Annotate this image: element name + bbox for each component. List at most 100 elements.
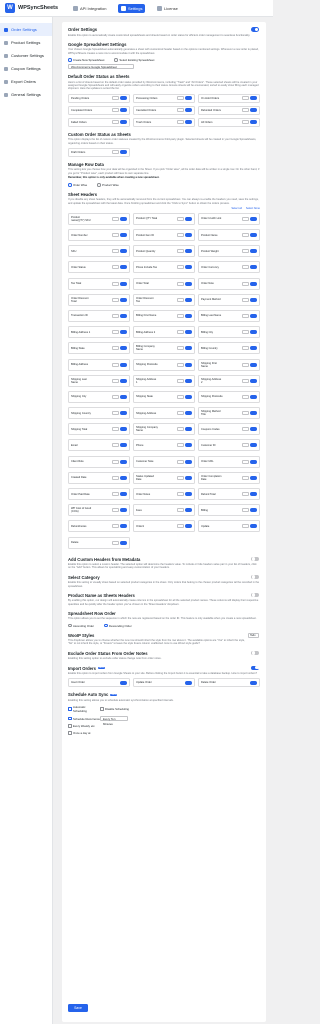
option-toggle[interactable] bbox=[250, 475, 257, 480]
rename-input[interactable] bbox=[111, 233, 119, 238]
product-names-toggle[interactable] bbox=[251, 592, 259, 598]
radio-order-wise[interactable]: Order Wise bbox=[68, 183, 87, 187]
rename-input[interactable] bbox=[111, 249, 119, 254]
option-toggle[interactable] bbox=[120, 216, 127, 221]
radio-descending[interactable]: Descending Order bbox=[104, 624, 132, 628]
sidebar-item-export-orders[interactable]: Export Orders bbox=[0, 75, 52, 88]
rename-input[interactable] bbox=[241, 233, 249, 238]
rename-input[interactable] bbox=[111, 96, 119, 101]
option-toggle[interactable] bbox=[120, 459, 127, 464]
option-toggle[interactable] bbox=[185, 524, 192, 529]
radio-create-new[interactable]: Create New Spreadsheet bbox=[68, 58, 104, 62]
spreadsheet-name-input[interactable]: WooCommerce Google Spreadsheet bbox=[68, 63, 134, 70]
option-toggle[interactable] bbox=[120, 378, 127, 383]
option-toggle[interactable] bbox=[120, 680, 127, 685]
option-toggle[interactable] bbox=[120, 524, 127, 529]
option-toggle[interactable] bbox=[120, 120, 127, 125]
option-toggle[interactable] bbox=[250, 216, 257, 221]
option-toggle[interactable] bbox=[185, 394, 192, 399]
rename-input[interactable] bbox=[176, 96, 184, 101]
rename-input[interactable] bbox=[241, 281, 249, 286]
option-toggle[interactable] bbox=[185, 297, 192, 302]
option-toggle[interactable] bbox=[120, 108, 127, 113]
rename-input[interactable] bbox=[176, 508, 184, 513]
option-toggle[interactable] bbox=[185, 492, 192, 497]
sidebar-item-customer-settings[interactable]: Customer Settings bbox=[0, 49, 52, 62]
option-toggle[interactable] bbox=[120, 249, 127, 254]
option-toggle[interactable] bbox=[120, 233, 127, 238]
option-toggle[interactable] bbox=[120, 492, 127, 497]
rename-input[interactable] bbox=[176, 108, 184, 113]
option-toggle[interactable] bbox=[185, 249, 192, 254]
rename-input[interactable] bbox=[176, 330, 184, 335]
option-toggle[interactable] bbox=[250, 524, 257, 529]
option-toggle[interactable] bbox=[120, 313, 127, 318]
rename-input[interactable] bbox=[176, 313, 184, 318]
rename-input[interactable] bbox=[241, 313, 249, 318]
rename-input[interactable] bbox=[241, 108, 249, 113]
rename-input[interactable] bbox=[241, 411, 249, 416]
app-logo[interactable]: W WPSyncSheets bbox=[5, 3, 58, 13]
rename-input[interactable] bbox=[176, 443, 184, 448]
option-toggle[interactable] bbox=[185, 108, 192, 113]
option-toggle[interactable] bbox=[250, 96, 257, 101]
rename-input[interactable] bbox=[111, 524, 119, 529]
option-toggle[interactable] bbox=[120, 443, 127, 448]
option-toggle[interactable] bbox=[250, 378, 257, 383]
rename-input[interactable] bbox=[111, 378, 119, 383]
rename-input[interactable] bbox=[111, 150, 119, 155]
option-toggle[interactable] bbox=[120, 394, 127, 399]
exclude-toggle[interactable] bbox=[251, 650, 259, 656]
option-toggle[interactable] bbox=[250, 249, 257, 254]
option-toggle[interactable] bbox=[120, 427, 127, 432]
option-toggle[interactable] bbox=[185, 411, 192, 416]
rename-input[interactable] bbox=[241, 475, 249, 480]
style-select[interactable]: Hello bbox=[248, 632, 259, 638]
option-toggle[interactable] bbox=[250, 443, 257, 448]
rename-input[interactable] bbox=[241, 378, 249, 383]
rename-input[interactable] bbox=[111, 508, 119, 513]
weekly-option[interactable]: Every Weekly etc. bbox=[68, 724, 100, 728]
option-toggle[interactable] bbox=[250, 362, 257, 367]
rename-input[interactable] bbox=[241, 427, 249, 432]
rename-input[interactable] bbox=[176, 346, 184, 351]
radio-select-existing[interactable]: Select Existing Spreadsheet bbox=[114, 58, 154, 62]
rename-input[interactable] bbox=[176, 411, 184, 416]
rename-input[interactable] bbox=[241, 394, 249, 399]
option-toggle[interactable] bbox=[185, 443, 192, 448]
option-toggle[interactable] bbox=[185, 233, 192, 238]
option-toggle[interactable] bbox=[185, 508, 192, 513]
rename-input[interactable] bbox=[176, 427, 184, 432]
option-toggle[interactable] bbox=[185, 475, 192, 480]
rename-input[interactable] bbox=[241, 524, 249, 529]
rename-input[interactable] bbox=[111, 108, 119, 113]
option-toggle[interactable] bbox=[250, 346, 257, 351]
option-toggle[interactable] bbox=[185, 680, 192, 685]
option-toggle[interactable] bbox=[120, 475, 127, 480]
rename-input[interactable] bbox=[111, 313, 119, 318]
sidebar-item-order-settings[interactable]: Order Settings bbox=[0, 23, 52, 36]
option-toggle[interactable] bbox=[250, 680, 257, 685]
rename-input[interactable] bbox=[241, 508, 249, 513]
rename-input[interactable] bbox=[176, 265, 184, 270]
schedule-recurrence-option[interactable]: Schedule Recurrence bbox=[68, 716, 100, 721]
rename-input[interactable] bbox=[111, 330, 119, 335]
option-toggle[interactable] bbox=[250, 297, 257, 302]
rename-input[interactable] bbox=[111, 427, 119, 432]
rename-input[interactable] bbox=[176, 524, 184, 529]
option-toggle[interactable] bbox=[250, 492, 257, 497]
option-toggle[interactable] bbox=[120, 508, 127, 513]
sidebar-item-general-settings[interactable]: General Settings bbox=[0, 88, 52, 101]
option-toggle[interactable] bbox=[250, 508, 257, 513]
once-a-day-option[interactable]: Once a day at bbox=[68, 731, 100, 735]
option-toggle[interactable] bbox=[250, 281, 257, 286]
tab-settings[interactable]: Settings bbox=[118, 4, 146, 13]
option-toggle[interactable] bbox=[185, 281, 192, 286]
rename-input[interactable] bbox=[111, 297, 119, 302]
rename-input[interactable] bbox=[111, 362, 119, 367]
rename-input[interactable] bbox=[176, 120, 184, 125]
option-toggle[interactable] bbox=[120, 411, 127, 416]
rename-input[interactable] bbox=[176, 459, 184, 464]
option-toggle[interactable] bbox=[250, 427, 257, 432]
option-toggle[interactable] bbox=[120, 330, 127, 335]
